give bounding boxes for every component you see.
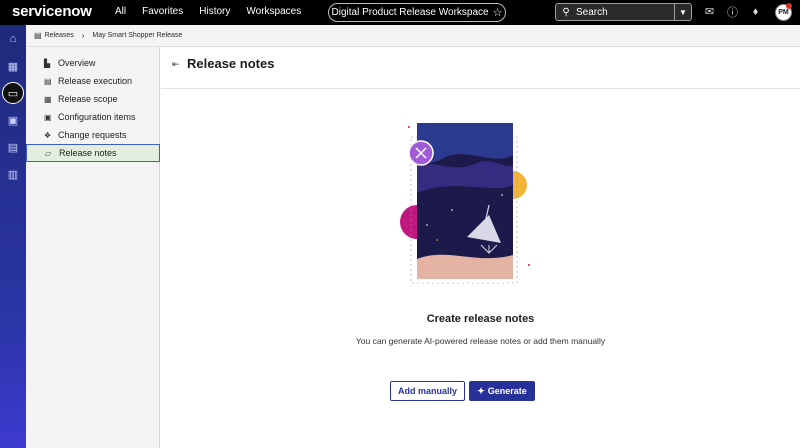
sidebar-item-release-execution[interactable]: ▤ Release execution	[26, 72, 160, 90]
sidebar-item-overview[interactable]: ▙ Overview	[26, 54, 160, 72]
add-manually-button[interactable]: Add manually	[390, 381, 465, 401]
apps-icon[interactable]: ▦	[5, 58, 21, 74]
presence-dot	[786, 3, 792, 9]
breadcrumb-current: May Smart Shopper Release	[92, 32, 183, 39]
chevron-down-icon[interactable]: ▼	[674, 4, 691, 20]
page-title: Release notes	[187, 56, 275, 71]
releases-icon: ▤	[34, 31, 42, 40]
search-icon: ⚲	[562, 6, 570, 18]
top-icons: ✉ ⓘ ♦	[703, 5, 762, 19]
nav-workspaces[interactable]: Workspaces	[246, 6, 301, 17]
sparkle-icon: ✦	[477, 385, 485, 396]
left-rail: ⌂ ▦ ▭ ▣ ▤ ▥	[0, 25, 26, 448]
help-icon[interactable]: ⓘ	[726, 5, 739, 19]
yellow-shape	[513, 171, 527, 199]
home-icon[interactable]: ⌂	[5, 31, 21, 47]
nav-favorites[interactable]: Favorites	[142, 6, 183, 17]
sidebar-item-label: Release notes	[59, 148, 117, 158]
list-icon: ▦	[44, 94, 52, 104]
search-label: Search	[576, 6, 608, 18]
title-bar: ⇤ Release notes	[161, 47, 800, 89]
clipboard-icon[interactable]: ▥	[5, 166, 21, 182]
servicenow-logo[interactable]: servicenow	[12, 3, 92, 20]
sidebar-item-release-notes[interactable]: ▱ Release notes	[26, 144, 160, 162]
empty-state-title: Create release notes	[426, 313, 535, 325]
table-icon: ▤	[44, 76, 52, 86]
note-icon: ▱	[45, 148, 52, 158]
logo-text: servicenow	[12, 3, 92, 20]
add-manually-label: Add manually	[397, 386, 457, 396]
sidebar-item-change-requests[interactable]: ❖ Change requests	[26, 126, 160, 144]
sidebar-item-label: Configuration items	[58, 112, 136, 122]
search-box[interactable]: ⚲ Search ▼	[555, 3, 692, 21]
star-icon[interactable]: ☆	[493, 6, 503, 19]
sidebar-item-label: Release execution	[58, 76, 133, 86]
bell-icon[interactable]: ♦	[749, 5, 762, 18]
generate-label: Generate	[487, 386, 527, 396]
chart-icon: ▙	[44, 58, 51, 68]
sidebar-item-release-scope[interactable]: ▦ Release scope	[26, 90, 160, 108]
release-notes-illustration	[400, 123, 530, 284]
workspace-icon[interactable]: ▭	[5, 85, 21, 101]
sidebar-item-label: Release scope	[58, 94, 118, 104]
empty-state-subtitle: You can generate AI-powered release note…	[355, 336, 606, 346]
grid-icon: ▣	[44, 112, 52, 122]
nav-all[interactable]: All	[115, 6, 126, 17]
calendar-icon[interactable]: ▣	[5, 112, 21, 128]
sidebar-item-label: Change requests	[58, 130, 127, 140]
shapes-icon: ❖	[44, 130, 52, 140]
generate-button[interactable]: ✦ Generate	[469, 381, 535, 401]
sidebar-item-configuration-items[interactable]: ▣ Configuration items	[26, 108, 160, 126]
workspace-label: Digital Product Release Workspace	[331, 7, 489, 18]
chevron-right-icon: ›	[81, 31, 85, 40]
collapse-sidebar-icon[interactable]: ⇤	[172, 59, 180, 70]
avatar-initials: PM	[778, 9, 789, 16]
sidebar-menu: ▙ Overview ▤ Release execution ▦ Release…	[26, 54, 160, 162]
main-content: ⇤ Release notes Create release notes You…	[161, 47, 800, 448]
nav-history[interactable]: History	[199, 6, 230, 17]
document-icon[interactable]: ▤	[5, 139, 21, 155]
chat-icon[interactable]: ✉	[703, 5, 716, 18]
workspace-selector[interactable]: Digital Product Release Workspace ☆	[328, 3, 506, 22]
breadcrumb: ▤ Releases › May Smart Shopper Release	[26, 25, 800, 47]
top-nav: All Favorites History Workspaces	[115, 6, 317, 17]
sidebar-item-label: Overview	[58, 58, 96, 68]
breadcrumb-root[interactable]: Releases	[45, 32, 74, 39]
